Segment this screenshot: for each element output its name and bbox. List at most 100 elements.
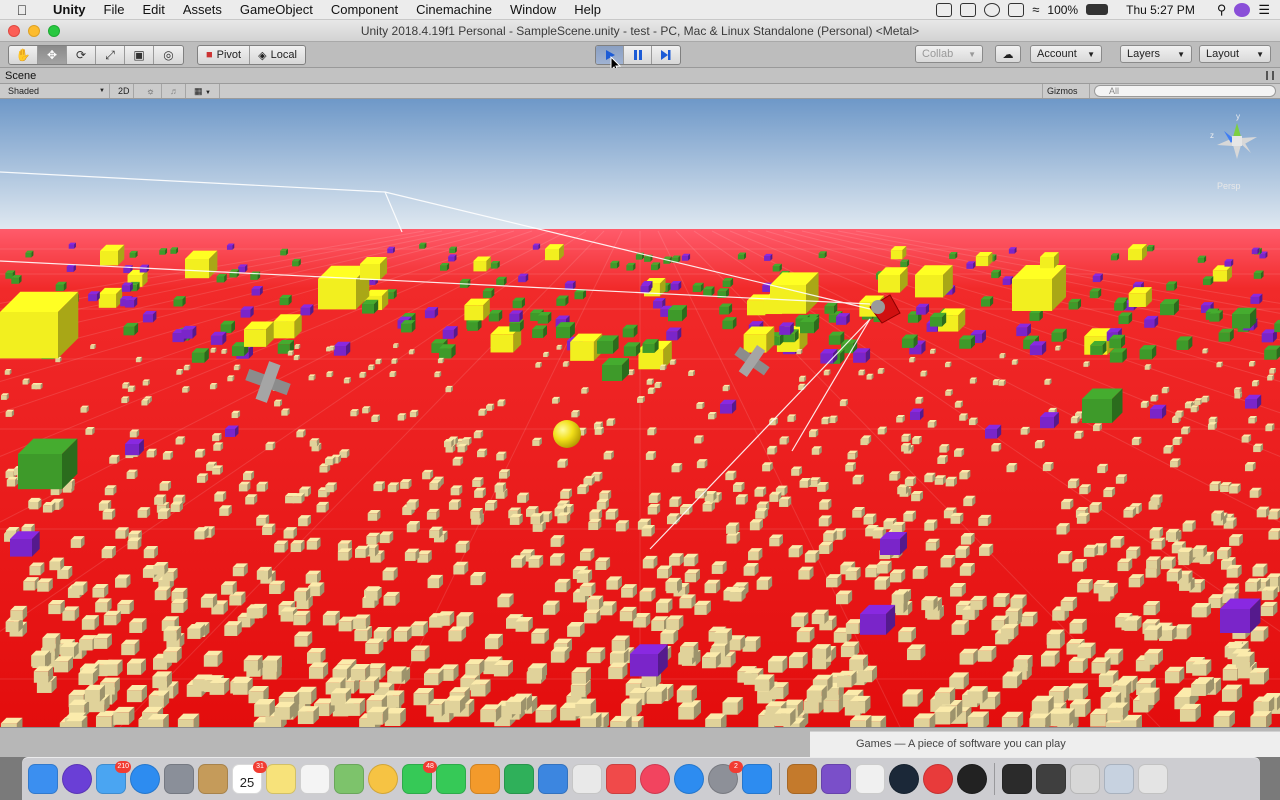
airplay-icon[interactable]	[1008, 2, 1025, 17]
spotlight-search-icon[interactable]: ⚲	[1217, 2, 1227, 18]
dock-documents-icon[interactable]	[1104, 764, 1134, 794]
layout-dropdown[interactable]: Layout ▼	[1199, 45, 1271, 63]
gizmos-dropdown[interactable]: Gizmos ▼	[1042, 84, 1090, 110]
tab-scene[interactable]: Scene	[0, 68, 41, 84]
dock-launchpad-icon[interactable]	[164, 764, 194, 794]
ground-cube	[940, 554, 956, 568]
ground-cube	[694, 435, 704, 444]
minimize-window-button[interactable]	[28, 24, 40, 37]
ground-cube	[1053, 708, 1075, 727]
dock-xcode-icon[interactable]	[742, 764, 772, 794]
menu-unity[interactable]: Unity	[44, 2, 95, 17]
close-window-button[interactable]	[8, 24, 20, 37]
scene-render[interactable]: y z Persp	[0, 99, 1280, 727]
toggle-2d-button[interactable]: 2D	[114, 84, 134, 98]
dock-notes-icon[interactable]	[266, 764, 296, 794]
dock-messages-icon[interactable]: 48	[402, 761, 437, 794]
rect-tool-icon[interactable]: ▣	[125, 46, 154, 64]
dock-roblox-icon[interactable]	[572, 764, 602, 794]
ground-cube	[1164, 666, 1185, 684]
move-tool-icon[interactable]: ✥	[38, 46, 67, 64]
dock-creative-cloud-icon[interactable]	[923, 764, 953, 794]
ground-cube	[579, 582, 596, 597]
dock-finder-icon[interactable]	[28, 764, 58, 794]
dock-music-icon[interactable]	[640, 764, 670, 794]
battery-percent: 100%	[1047, 2, 1079, 17]
lighting-toggle-icon[interactable]: ☼	[140, 84, 162, 98]
menu-cinemachine[interactable]: Cinemachine	[407, 2, 501, 17]
ground-cube	[389, 371, 397, 377]
apple-logo-icon[interactable]: 	[0, 2, 44, 18]
dock-photos-icon[interactable]	[368, 764, 398, 794]
menu-file[interactable]: File	[95, 2, 134, 17]
shading-mode-dropdown[interactable]: Shaded ▼	[4, 84, 110, 98]
dock-pages-icon[interactable]	[470, 764, 500, 794]
dock-keynote-icon[interactable]	[538, 764, 568, 794]
dock-news-icon[interactable]	[606, 764, 636, 794]
scene-search-input[interactable]: All	[1094, 85, 1276, 97]
dock-safari-icon[interactable]	[130, 764, 160, 794]
eye-icon[interactable]	[984, 2, 1001, 17]
ground-cube	[906, 644, 926, 661]
zoom-window-button[interactable]	[48, 24, 60, 37]
account-dropdown[interactable]: Account ▼	[1030, 45, 1102, 63]
dock-instruments-icon[interactable]	[787, 764, 817, 794]
dock-app-store-icon[interactable]	[674, 764, 704, 794]
notification-center-icon[interactable]: ☰	[1258, 2, 1270, 18]
wifi-icon[interactable]: ≈	[1032, 2, 1039, 17]
creative-cloud-status-icon[interactable]	[960, 2, 977, 17]
dock-system-preferences-icon[interactable]: 2	[708, 761, 743, 794]
effects-dropdown[interactable]: ▦ ▼	[190, 84, 220, 98]
scene-viewport[interactable]: y z Persp	[0, 99, 1280, 727]
dock-downloads-icon[interactable]	[1070, 764, 1100, 794]
dock-mail-icon[interactable]: 210	[96, 761, 131, 794]
cloud-button[interactable]: ☁	[995, 45, 1021, 63]
gizmos-label: Gizmos	[1047, 86, 1078, 96]
persp-label[interactable]: Persp	[1217, 181, 1241, 191]
rotate-tool-icon[interactable]: ⟳	[67, 46, 96, 64]
siri-menu-icon[interactable]	[1234, 2, 1251, 17]
dock-calendar-icon[interactable]: 25 31	[232, 761, 267, 794]
menu-assets[interactable]: Assets	[174, 2, 231, 17]
dock-siri-icon[interactable]	[62, 764, 92, 794]
scale-tool-icon[interactable]: ⤢	[96, 46, 125, 64]
screen-mirror-icon[interactable]	[936, 2, 953, 17]
ground-cube	[955, 545, 970, 558]
ground-cube	[400, 479, 412, 489]
menu-component[interactable]: Component	[322, 2, 407, 17]
dock-numbers-icon[interactable]	[504, 764, 534, 794]
audio-toggle-icon[interactable]: ♬	[164, 84, 186, 98]
dock-contacts-icon[interactable]	[198, 764, 228, 794]
dock-maps-icon[interactable]	[334, 764, 364, 794]
dock-unity-hub-icon[interactable]	[855, 764, 885, 794]
clock[interactable]: Thu 5:27 PM	[1126, 3, 1195, 17]
panel-menu-icon[interactable]	[1266, 71, 1274, 80]
pause-button[interactable]	[624, 46, 652, 64]
dock-reminders-icon[interactable]	[300, 764, 330, 794]
dock-visual-studio-icon[interactable]	[821, 764, 851, 794]
battery-icon[interactable]	[1086, 4, 1109, 15]
dock-steam-icon[interactable]	[889, 764, 919, 794]
dock-unity-icon[interactable]	[957, 764, 987, 794]
step-button[interactable]	[652, 46, 680, 64]
pivot-toggle[interactable]: ■ Pivot	[198, 46, 251, 64]
ground-cube	[283, 527, 297, 539]
ground-cube	[679, 594, 696, 609]
transform-tool-icon[interactable]: ◎	[154, 46, 183, 64]
local-toggle[interactable]: ◈ Local	[250, 46, 305, 64]
hand-tool-icon[interactable]: ✋	[9, 46, 38, 64]
layers-dropdown[interactable]: Layers ▼	[1120, 45, 1192, 63]
menu-window[interactable]: Window	[501, 2, 565, 17]
floating-cube	[1068, 298, 1082, 310]
ground-cube	[194, 527, 208, 540]
menu-gameobject[interactable]: GameObject	[231, 2, 322, 17]
dock-terminal-icon[interactable]	[1002, 764, 1032, 794]
yellow-ball[interactable]	[553, 420, 581, 448]
menu-edit[interactable]: Edit	[133, 2, 173, 17]
ground-cube	[298, 515, 312, 527]
collab-dropdown[interactable]: Collab ▼	[915, 45, 983, 63]
menu-help[interactable]: Help	[565, 2, 610, 17]
dock-trash-icon[interactable]	[1138, 764, 1168, 794]
dock-facetime-icon[interactable]	[436, 764, 466, 794]
dock-activity-monitor-icon[interactable]	[1036, 764, 1066, 794]
